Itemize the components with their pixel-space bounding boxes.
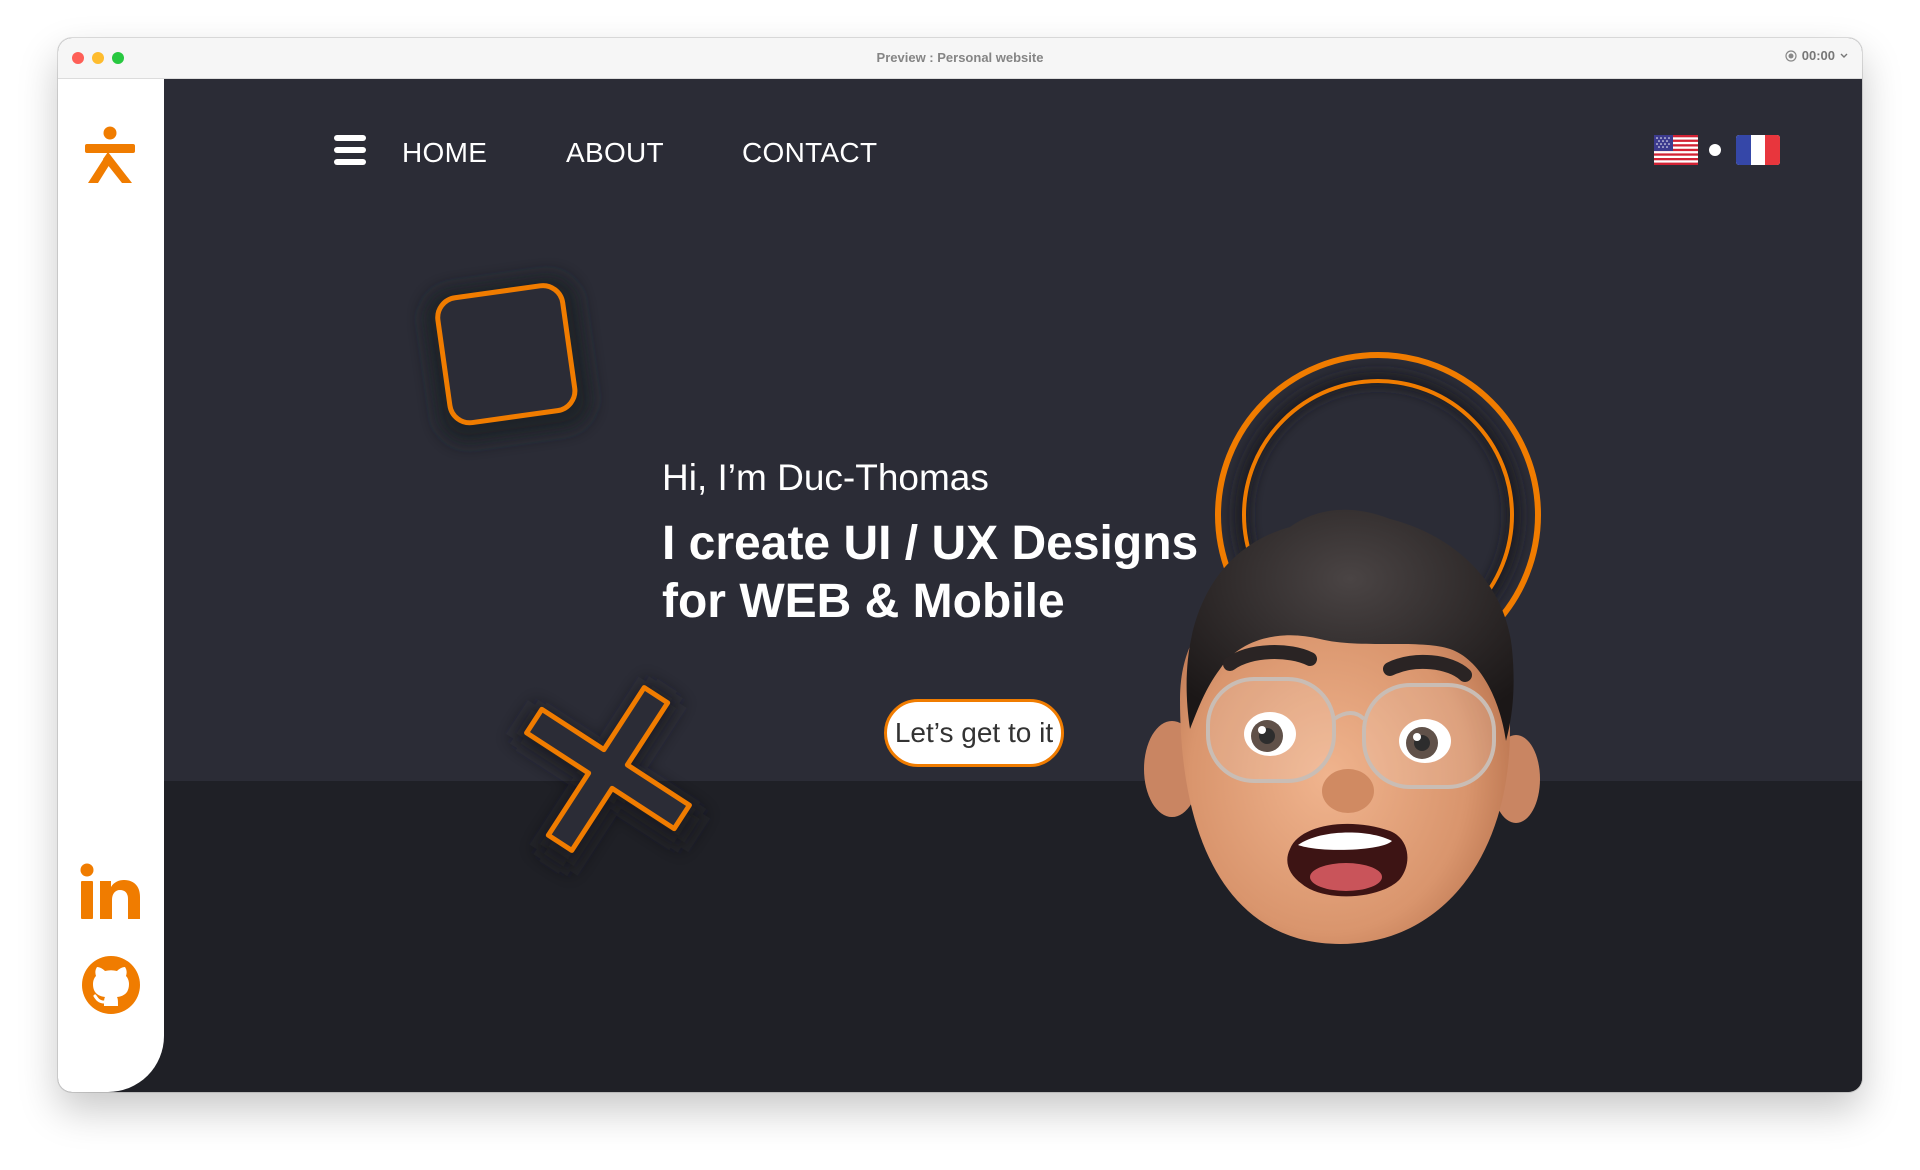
record-icon xyxy=(1785,49,1797,62)
sidebar xyxy=(58,79,164,1092)
hamburger-menu-icon[interactable] xyxy=(334,133,366,167)
fr-flag-icon[interactable] xyxy=(1736,135,1780,165)
page-content: HOME ABOUT CONTACT Hi, I’m Duc-Thomas I … xyxy=(58,79,1862,1092)
square-decoration xyxy=(423,274,593,444)
hero-headline: I create UI / UX Designs for WEB & Mobil… xyxy=(662,515,1198,631)
window-title: Preview : Personal website xyxy=(876,50,1044,65)
logo-icon[interactable] xyxy=(82,125,138,189)
recording-indicator[interactable]: 00:00 xyxy=(1785,48,1848,63)
nav-link-about[interactable]: ABOUT xyxy=(566,137,664,169)
get-started-button[interactable]: Let’s get to it xyxy=(884,699,1064,767)
github-icon[interactable] xyxy=(82,956,140,1014)
hero-greeting: Hi, I’m Duc-Thomas xyxy=(662,457,989,498)
browser-window: Preview : Personal website 00:00 HOME AB… xyxy=(58,38,1862,1092)
memoji-avatar xyxy=(1144,509,1540,944)
hero-headline-line-2: for WEB & Mobile xyxy=(662,575,1065,628)
hero-headline-line-1: I create UI / UX Designs xyxy=(662,517,1199,570)
chevron-down-icon xyxy=(1840,53,1848,58)
cross-decoration xyxy=(513,681,703,871)
nav-link-home[interactable]: HOME xyxy=(402,137,487,169)
us-flag-icon[interactable] xyxy=(1654,135,1698,165)
language-separator-dot xyxy=(1709,144,1721,156)
window-titlebar: Preview : Personal website 00:00 xyxy=(58,38,1862,79)
lower-section xyxy=(164,781,1862,1092)
linkedin-icon[interactable] xyxy=(80,863,142,921)
recording-time: 00:00 xyxy=(1801,48,1835,63)
nav-link-contact[interactable]: CONTACT xyxy=(742,137,877,169)
